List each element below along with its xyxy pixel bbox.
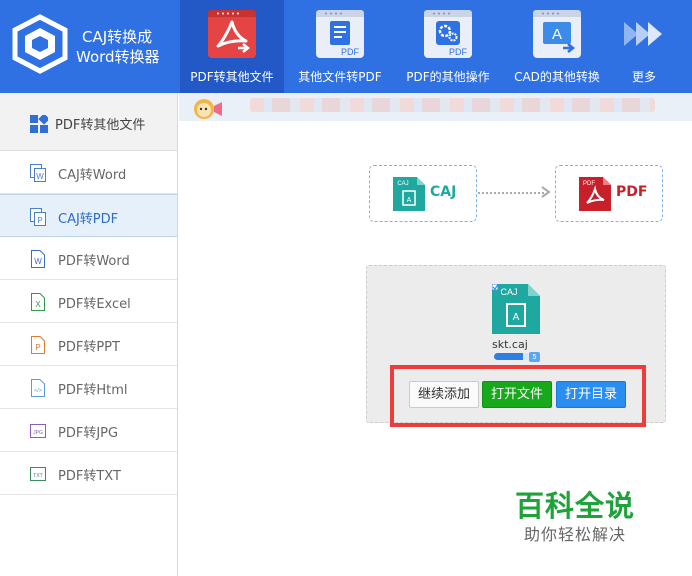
sidebar-item-pdf-word[interactable]: W PDF转Word xyxy=(0,237,177,280)
open-file-button[interactable]: 打开文件 xyxy=(482,381,552,408)
sidebar: PDF转其他文件 W CAJ转Word P CAJ转PDF W PDF转Word… xyxy=(0,93,178,576)
target-format-label: PDF xyxy=(616,184,648,200)
sidebar-item-caj-word[interactable]: W CAJ转Word xyxy=(0,151,177,194)
progress-fill xyxy=(494,353,523,360)
watermark-title: 百科全说 xyxy=(515,489,636,523)
svg-text:</>: </> xyxy=(34,388,42,394)
arrow-right-icon xyxy=(541,186,551,198)
document-to-pdf-icon: PDF xyxy=(316,10,364,58)
file-count-badge: 5 xyxy=(529,352,540,362)
sidebar-item-pdf-excel[interactable]: X PDF转Excel xyxy=(0,280,177,323)
tab-label: 其他文件转PDF xyxy=(298,70,382,84)
mascot-megaphone-icon xyxy=(194,99,222,119)
app-title-line1: CAJ转换成 xyxy=(82,28,153,46)
svg-text:P: P xyxy=(35,343,40,352)
svg-text:JPG: JPG xyxy=(33,430,43,436)
svg-text:A: A xyxy=(552,26,562,43)
conversion-progress xyxy=(494,353,530,360)
pdf-settings-icon: PDF xyxy=(424,10,472,58)
ppt-file-icon: P xyxy=(31,336,45,354)
sidebar-item-pdf-jpg[interactable]: JPG PDF转JPG xyxy=(0,409,177,452)
sidebar-item-label: CAJ转Word xyxy=(58,168,127,183)
source-format-label: CAJ xyxy=(430,184,457,200)
caj-pdf-icon: P xyxy=(30,208,46,226)
sidebar-header-label: PDF转其他文件 xyxy=(55,118,146,133)
sidebar-item-label: PDF转TXT xyxy=(58,469,121,484)
tab-pdf-to-other[interactable]: PDF转其他文件 xyxy=(180,0,284,93)
grid-icon xyxy=(30,115,48,133)
svg-text:W: W xyxy=(34,257,42,266)
tab-more[interactable]: 更多 xyxy=(614,0,674,93)
svg-text:X: X xyxy=(35,300,41,309)
target-format-box: PDF PDF xyxy=(555,165,663,222)
tab-label: PDF的其他操作 xyxy=(406,70,490,84)
word-file-icon: W xyxy=(31,250,45,268)
caj-word-icon: W xyxy=(30,164,46,182)
svg-text:PDF: PDF xyxy=(583,181,595,187)
svg-text:CAJ: CAJ xyxy=(500,287,517,297)
more-arrows-icon xyxy=(624,22,662,46)
conversion-arrow xyxy=(478,192,544,194)
svg-text:A: A xyxy=(513,312,520,323)
sidebar-item-label: PDF转JPG xyxy=(58,426,119,441)
tab-other-to-pdf[interactable]: PDF 其他文件转PDF xyxy=(288,0,392,93)
file-name: skt.caj xyxy=(492,338,528,351)
svg-text:CAJ: CAJ xyxy=(397,181,408,187)
sidebar-item-label: CAJ转PDF xyxy=(58,212,119,227)
tab-label: 更多 xyxy=(631,70,656,84)
notice-text-blurred xyxy=(250,98,655,112)
cad-convert-icon: A xyxy=(533,10,581,58)
svg-text:A: A xyxy=(407,197,412,204)
sidebar-item-pdf-txt[interactable]: TXT PDF转TXT xyxy=(0,452,177,495)
sidebar-item-label: PDF转Word xyxy=(58,254,130,269)
caj-file-icon[interactable]: CAJ A xyxy=(492,284,540,334)
sidebar-header: PDF转其他文件 xyxy=(0,93,177,151)
watermark-subtitle: 助你轻松解决 xyxy=(524,525,627,544)
caj-file-icon: CAJ A xyxy=(393,177,425,211)
svg-text:P: P xyxy=(37,216,42,225)
sidebar-item-label: PDF转Html xyxy=(58,383,128,398)
continue-add-button[interactable]: 继续添加 xyxy=(409,381,479,408)
excel-file-icon: X xyxy=(31,293,45,311)
sidebar-item-label: PDF转PPT xyxy=(58,340,120,355)
svg-text:PDF: PDF xyxy=(341,47,360,57)
app-logo: CAJ转换成 Word转换器 xyxy=(0,0,180,93)
sidebar-item-pdf-html[interactable]: </> PDF转Html xyxy=(0,366,177,409)
app-title-line2: Word转换器 xyxy=(76,48,160,66)
tab-label: CAD的其他转换 xyxy=(514,70,600,84)
sidebar-item-caj-pdf[interactable]: P CAJ转PDF xyxy=(0,194,177,237)
tab-pdf-operations[interactable]: PDF PDF的其他操作 xyxy=(396,0,500,93)
pdf-acrobat-icon xyxy=(208,10,256,58)
sidebar-item-pdf-ppt[interactable]: P PDF转PPT xyxy=(0,323,177,366)
sidebar-item-label: PDF转Excel xyxy=(58,297,131,312)
jpg-file-icon: JPG xyxy=(30,424,46,438)
cube-logo-icon xyxy=(12,14,68,74)
tab-label: PDF转其他文件 xyxy=(190,70,274,84)
app-header: CAJ转换成 Word转换器 PDF转其他文件 PDF 其他文件转PDF PDF… xyxy=(0,0,692,93)
html-file-icon: </> xyxy=(31,379,45,397)
pdf-file-icon: PDF xyxy=(579,177,611,211)
svg-text:W: W xyxy=(36,172,44,181)
open-directory-button[interactable]: 打开目录 xyxy=(556,381,626,408)
source-format-box: CAJ A CAJ xyxy=(369,165,477,222)
svg-text:PDF: PDF xyxy=(449,47,468,57)
tab-cad-convert[interactable]: A CAD的其他转换 xyxy=(504,0,610,93)
svg-text:TXT: TXT xyxy=(33,473,42,479)
txt-file-icon: TXT xyxy=(30,467,46,481)
